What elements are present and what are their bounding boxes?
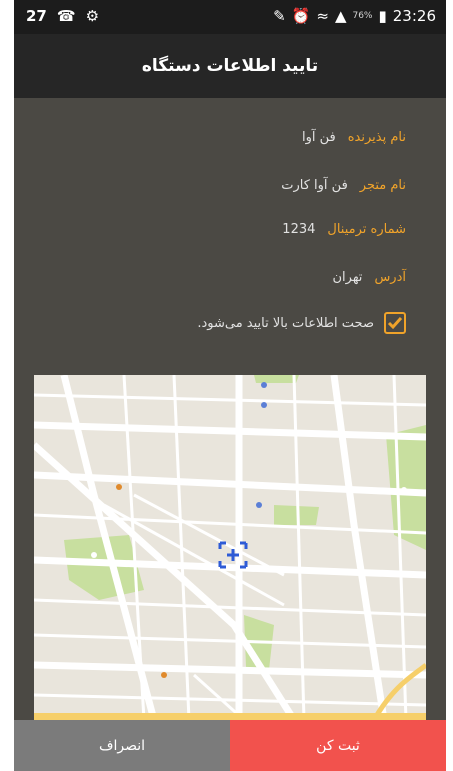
poi-marker	[261, 382, 267, 388]
app-frame: 27 ☎ ⚙ ✎ ⏰ ≈ ▲ 76% ▮ 23:26 تایید اطلاعات…	[14, 0, 446, 771]
signal-icon: ▲	[334, 7, 347, 25]
confirm-label: صحت اطلاعات بالا تایید می‌شود.	[197, 315, 374, 331]
field-value: تهران	[332, 270, 363, 285]
park-area	[254, 375, 299, 383]
clock-time: 23:26	[392, 7, 436, 25]
poi-marker	[401, 487, 407, 493]
battery-percent: 76%	[352, 11, 373, 21]
poi-marker	[261, 402, 267, 408]
cancel-button[interactable]: انصراف	[14, 720, 230, 771]
alarm-icon: ⏰	[291, 7, 311, 25]
map-canvas[interactable]	[34, 375, 426, 720]
field-row-store: نام متجر فن آوا کارت	[281, 178, 406, 193]
poi-marker	[91, 552, 97, 558]
submit-button[interactable]: ثبت کن	[230, 720, 446, 771]
action-bar: انصراف ثبت کن	[14, 720, 446, 771]
battery-icon: ▮	[378, 7, 387, 25]
nfc-icon: ✎	[273, 7, 286, 25]
phone-icon: ☎	[56, 7, 76, 25]
field-value: فن آوا	[302, 130, 336, 145]
confirm-checkbox[interactable]	[384, 312, 406, 334]
field-value: فن آوا کارت	[281, 178, 348, 193]
settings-icon: ⚙	[85, 7, 100, 25]
field-row-acceptor: نام پذیرنده فن آوا	[302, 130, 406, 145]
field-label: آدرس	[374, 270, 406, 285]
field-label: شماره ترمینال	[327, 222, 406, 237]
field-row-address: آدرس تهران	[332, 270, 406, 285]
field-label: نام متجر	[359, 178, 406, 193]
status-bar: 27 ☎ ⚙ ✎ ⏰ ≈ ▲ 76% ▮ 23:26	[14, 0, 446, 34]
field-value: 1234	[282, 222, 316, 237]
poi-marker	[116, 484, 122, 490]
page-title: تایید اطلاعات دستگاه	[14, 34, 446, 98]
map-strip	[34, 713, 426, 720]
field-row-terminal: شماره ترمینال 1234	[282, 222, 406, 237]
wifi-icon: ≈	[316, 7, 329, 25]
checkmark-icon	[387, 317, 403, 330]
poi-marker	[161, 672, 167, 678]
poi-marker	[256, 502, 262, 508]
field-label: نام پذیرنده	[347, 130, 406, 145]
status-number: 27	[26, 7, 47, 25]
map-view[interactable]	[34, 375, 426, 720]
confirm-row[interactable]: صحت اطلاعات بالا تایید می‌شود.	[197, 312, 406, 334]
